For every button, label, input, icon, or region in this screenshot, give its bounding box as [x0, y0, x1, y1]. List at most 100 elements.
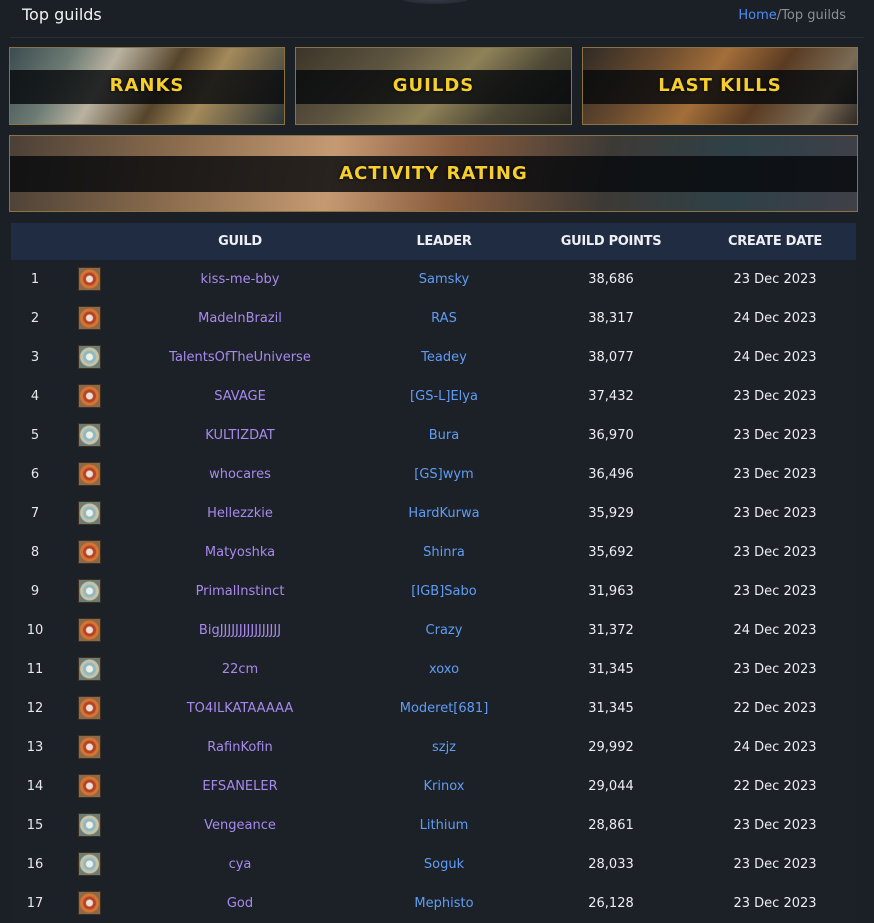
leader-name-link[interactable]: Moderet[681]	[400, 701, 489, 716]
rank-cell: 16	[26, 857, 44, 872]
leader-name-link[interactable]: Soguk	[424, 857, 464, 872]
leader-name-link[interactable]: Krinox	[424, 779, 465, 794]
guilds-label: GUILDS	[392, 75, 475, 96]
leader-name-link[interactable]: Teadey	[421, 350, 467, 365]
last-kills-banner[interactable]: LAST KILLS	[582, 47, 858, 125]
table-row: 8 Matyoshka Shinra 35,692 23 Dec 2023	[11, 533, 856, 572]
column-header-leader: LEADER	[416, 234, 472, 249]
leader-name-link[interactable]: Lithium	[420, 818, 469, 833]
last-kills-label: LAST KILLS	[658, 75, 782, 96]
guild-blue-emblem-icon	[78, 345, 101, 369]
guild-name-link[interactable]: cya	[229, 857, 252, 872]
table-row: 5 KULTIZDAT Bura 36,970 23 Dec 2023	[11, 416, 856, 455]
table-row: 16 cya Soguk 28,033 23 Dec 2023	[11, 845, 856, 884]
rank-cell: 3	[30, 350, 40, 365]
guild-points-cell: 35,692	[588, 545, 634, 560]
ranks-banner[interactable]: RANKS	[9, 47, 285, 125]
create-date-cell: 23 Dec 2023	[733, 896, 817, 911]
guild-points-cell: 29,992	[588, 740, 634, 755]
guild-name-link[interactable]: TO4ILKATAAAAA	[187, 701, 294, 716]
rank-cell: 8	[30, 545, 40, 560]
guild-points-cell: 38,077	[588, 350, 634, 365]
column-header-guild: GUILD	[218, 234, 262, 249]
table-row: 6 whocares [GS]wym 36,496 23 Dec 2023	[11, 455, 856, 494]
leader-name-link[interactable]: Bura	[429, 428, 459, 443]
leader-name-link[interactable]: HardKurwa	[408, 506, 479, 521]
leader-name-link[interactable]: xoxo	[429, 662, 459, 677]
rank-cell: 9	[30, 584, 40, 599]
ranks-label: RANKS	[109, 75, 185, 96]
header-divider	[10, 37, 864, 38]
page-title: Top guilds	[22, 5, 102, 24]
leader-name-link[interactable]: Mephisto	[414, 896, 473, 911]
leader-name-link[interactable]: [GS]wym	[414, 467, 473, 482]
guild-name-link[interactable]: SAVAGE	[214, 389, 266, 404]
breadcrumb-current: Top guilds	[781, 8, 846, 23]
breadcrumb-home-link[interactable]: Home	[738, 8, 776, 23]
create-date-cell: 23 Dec 2023	[733, 662, 817, 677]
leader-name-link[interactable]: RAS	[431, 311, 457, 326]
guild-name-link[interactable]: kiss-me-bby	[201, 272, 280, 287]
table-row: 17 God Mephisto 26,128 23 Dec 2023	[11, 884, 856, 923]
table-row: 14 EFSANELER Krinox 29,044 22 Dec 2023	[11, 767, 856, 806]
breadcrumb: Home/Top guilds	[738, 8, 846, 23]
create-date-cell: 24 Dec 2023	[733, 350, 817, 365]
rank-cell: 4	[30, 389, 40, 404]
guild-red-emblem-icon	[78, 267, 101, 291]
guild-name-link[interactable]: PrimalInstinct	[196, 584, 285, 599]
rank-cell: 13	[26, 740, 44, 755]
leader-name-link[interactable]: Shinra	[423, 545, 465, 560]
guild-name-link[interactable]: KULTIZDAT	[205, 428, 274, 443]
guild-red-emblem-icon	[78, 462, 101, 486]
guild-name-link[interactable]: whocares	[209, 467, 271, 482]
guild-name-link[interactable]: TalentsOfTheUniverse	[169, 350, 311, 365]
leader-name-link[interactable]: Samsky	[419, 272, 469, 287]
guild-blue-emblem-icon	[78, 657, 101, 681]
guild-points-cell: 31,345	[588, 701, 634, 716]
guild-points-cell: 26,128	[588, 896, 634, 911]
guild-name-link[interactable]: Vengeance	[204, 818, 276, 833]
leader-name-link[interactable]: [GS-L]Elya	[410, 389, 478, 404]
rank-cell: 1	[30, 272, 40, 287]
guild-points-cell: 31,963	[588, 584, 634, 599]
guilds-banner[interactable]: GUILDS	[295, 47, 572, 125]
guild-name-link[interactable]: God	[227, 896, 253, 911]
create-date-cell: 24 Dec 2023	[733, 311, 817, 326]
guild-points-cell: 28,033	[588, 857, 634, 872]
guild-name-link[interactable]: BigJJJJJJJJJJJJJJJJ	[199, 623, 281, 638]
table-row: 12 TO4ILKATAAAAA Moderet[681] 31,345 22 Dec …	[11, 689, 856, 728]
rank-cell: 11	[26, 662, 44, 677]
guilds-table: GUILD LEADER GUILD POINTS CREATE DATE 1 k…	[11, 223, 856, 923]
table-row: 1 kiss-me-bby Samsky 38,686 23 Dec 2023	[11, 260, 856, 299]
rank-cell: 7	[30, 506, 40, 521]
leader-name-link[interactable]: [IGB]Sabo	[411, 584, 476, 599]
table-row: 3 TalentsOfTheUniverse Teadey 38,077 24 Dec …	[11, 338, 856, 377]
create-date-cell: 23 Dec 2023	[733, 467, 817, 482]
guild-blue-emblem-icon	[78, 813, 101, 837]
guild-points-cell: 31,372	[588, 623, 634, 638]
guild-name-link[interactable]: RafinKofin	[207, 740, 272, 755]
guild-points-cell: 31,345	[588, 662, 634, 677]
guild-name-link[interactable]: Matyoshka	[205, 545, 275, 560]
rank-cell: 2	[30, 311, 40, 326]
create-date-cell: 23 Dec 2023	[733, 389, 817, 404]
guild-name-link[interactable]: EFSANELER	[202, 779, 277, 794]
guild-points-cell: 36,970	[588, 428, 634, 443]
rank-cell: 14	[26, 779, 44, 794]
guild-points-cell: 28,861	[588, 818, 634, 833]
guild-blue-emblem-icon	[78, 501, 101, 525]
guild-name-link[interactable]: 22cm	[222, 662, 258, 677]
guild-points-cell: 37,432	[588, 389, 634, 404]
create-date-cell: 23 Dec 2023	[733, 584, 817, 599]
table-row: 11 22cm xoxo 31,345 23 Dec 2023	[11, 650, 856, 689]
guild-name-link[interactable]: MadeInBrazil	[198, 311, 282, 326]
table-header: GUILD LEADER GUILD POINTS CREATE DATE	[11, 223, 856, 260]
guild-blue-emblem-icon	[78, 579, 101, 603]
table-row: 7 Hellezzkie HardKurwa 35,929 23 Dec 2023	[11, 494, 856, 533]
leader-name-link[interactable]: Crazy	[426, 623, 463, 638]
activity-rating-banner[interactable]: ACTIVITY RATING	[9, 135, 858, 212]
leader-name-link[interactable]: szjz	[432, 740, 456, 755]
guild-name-link[interactable]: Hellezzkie	[207, 506, 273, 521]
create-date-cell: 23 Dec 2023	[733, 545, 817, 560]
rank-cell: 10	[26, 623, 44, 638]
